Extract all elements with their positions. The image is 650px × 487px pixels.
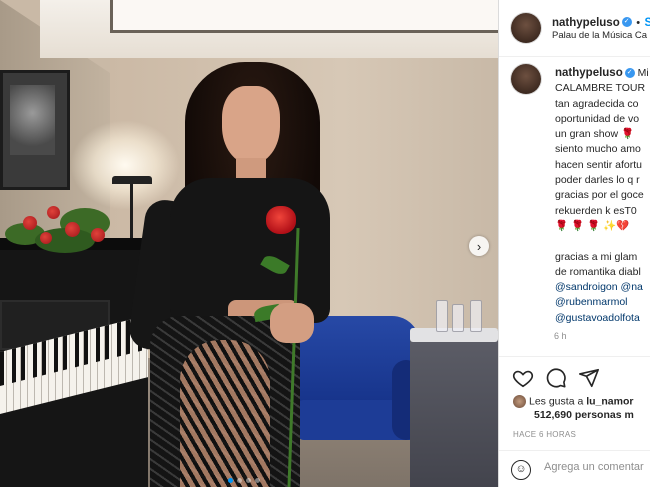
caption-line: siento mucho amo	[555, 143, 641, 156]
carousel-dot	[237, 478, 242, 483]
comment-icon[interactable]	[545, 367, 567, 389]
mention-link[interactable]: @sandroigon @na	[555, 280, 650, 295]
share-icon[interactable]	[578, 367, 600, 389]
caption-username[interactable]: nathypeluso	[555, 67, 623, 79]
caption-line: poder darles lo q r	[555, 174, 640, 187]
carousel-dot	[228, 478, 233, 483]
carousel-dot	[246, 478, 251, 483]
caption-time: 6 h	[554, 331, 567, 341]
glass	[452, 304, 464, 332]
glass	[436, 300, 448, 332]
action-bar	[499, 356, 650, 395]
lamp-light	[70, 120, 180, 210]
caption-first-line: nathypeluso ✓ Mi	[555, 66, 650, 81]
location-link[interactable]: Palau de la Música Ca	[552, 30, 647, 41]
emoji-icon[interactable]: ☺	[511, 460, 531, 480]
likes-count[interactable]: 512,690 personas m	[534, 409, 634, 421]
caption-line: rekuerden k esT0	[555, 204, 637, 217]
caption-line: Mi	[637, 67, 649, 79]
verified-badge-icon: ✓	[624, 68, 635, 79]
carousel-dot	[255, 478, 260, 483]
caption-line: tan agradecida co	[555, 97, 639, 110]
liker-avatar[interactable]	[513, 395, 526, 408]
caption-line: de romantika diabl	[555, 265, 641, 278]
caption-line: CALAMBRE TOUR	[555, 82, 646, 95]
heart-icon[interactable]	[512, 367, 534, 389]
caption-line: oportunidad de vo	[555, 112, 640, 125]
caption: nathypeluso ✓ Mi CALAMBRE TOUR tan agrade…	[555, 66, 650, 326]
comment-input[interactable]	[544, 461, 650, 473]
caption-line: gracias por el goce	[555, 189, 644, 202]
verified-badge-icon: ✓	[621, 16, 632, 27]
caption-line: un gran show 🌹	[555, 128, 635, 141]
fishnet-legs	[180, 340, 270, 487]
caption-line: gracias a mi glam	[555, 250, 638, 263]
post-side-panel: nathypeluso✓ • S Palau de la Música Ca n…	[498, 0, 650, 487]
blue-armchair	[296, 316, 420, 466]
post-photo[interactable]: ›	[0, 0, 498, 487]
liked-by: Les gusta a lu_namor	[513, 395, 633, 408]
header-user-row: nathypeluso✓ • S	[552, 13, 650, 31]
mention-link[interactable]: @gustavoadolfota	[555, 311, 650, 326]
post-timestamp: HACE 6 HORAS	[513, 430, 577, 439]
woman-face	[222, 86, 280, 164]
liked-by-prefix: Les gusta a	[529, 395, 587, 408]
caption-line: hacen sentir afortu	[555, 158, 642, 171]
separator: •	[636, 17, 641, 29]
side-table	[410, 330, 498, 487]
mention-link[interactable]: @rubenmarmol	[555, 295, 650, 310]
avatar[interactable]	[511, 13, 541, 43]
username-link[interactable]: nathypeluso	[552, 17, 620, 29]
liker-username[interactable]: lu_namor	[586, 395, 633, 407]
red-rose	[266, 206, 296, 234]
glass	[470, 300, 482, 332]
follow-button[interactable]: S	[645, 17, 650, 29]
floor-lamp-shade	[112, 176, 152, 184]
post-header: nathypeluso✓ • S Palau de la Música Ca	[499, 0, 650, 57]
chevron-right-icon: ›	[476, 238, 482, 254]
carousel-indicator	[228, 478, 260, 483]
flower-bouquet	[5, 198, 120, 258]
caption-line	[555, 234, 650, 249]
ceiling	[40, 0, 498, 58]
carousel-next-button[interactable]: ›	[469, 236, 489, 256]
caption-line: 🌹 🌹 🌹 ✨💔	[555, 219, 630, 232]
wall-poster	[0, 70, 70, 190]
caption-avatar[interactable]	[511, 64, 541, 94]
woman-hand	[270, 303, 314, 343]
comment-form: ☺	[499, 450, 650, 487]
